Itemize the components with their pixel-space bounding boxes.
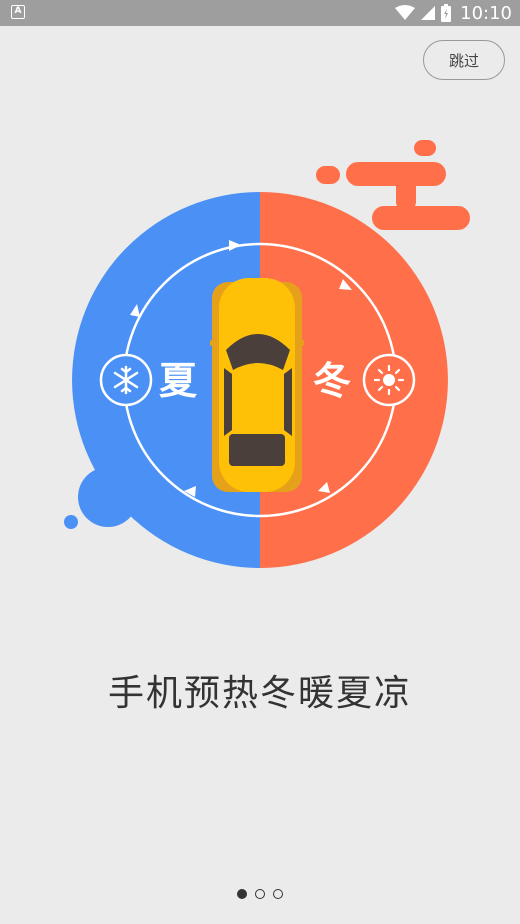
winter-label: 冬 [313,359,351,403]
slogan-text: 手机预热冬暖夏凉 [107,673,412,714]
status-time: 10:10 [460,2,512,24]
skip-button[interactable]: 跳过 [423,40,505,80]
summer-label: 夏 [159,359,198,403]
page-dot-3[interactable] [273,889,283,899]
wifi-icon [395,5,416,20]
hero-illustration: 夏 冬 [64,140,470,568]
app-notification-icon: A [11,5,25,19]
page-dot-1[interactable] [237,889,247,899]
status-bar: A 10:10 [0,0,520,26]
status-icons: 10:10 [395,0,512,26]
page-indicator [0,889,520,899]
snowflake-icon [99,353,153,407]
car-illustration [210,278,304,492]
battery-icon [441,4,452,22]
sun-icon [362,353,416,407]
page-dot-2[interactable] [255,889,265,899]
cell-signal-icon [421,6,436,20]
